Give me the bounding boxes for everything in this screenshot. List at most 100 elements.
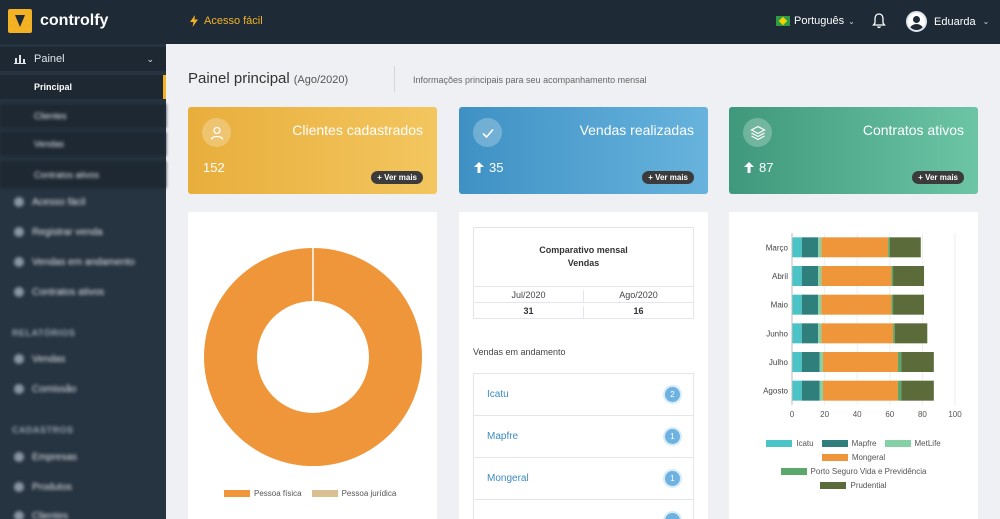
list-item[interactable] — [474, 500, 693, 519]
brand-name: controlfy — [40, 12, 109, 29]
legend-item[interactable]: MetLife — [884, 439, 941, 448]
sidebar-section-relatorios: RELATÓRIOS — [0, 321, 166, 345]
bar-segment[interactable] — [901, 380, 934, 401]
vendas-andamento-title: Vendas em andamento — [473, 347, 566, 357]
bar-segment[interactable] — [819, 380, 823, 401]
bar-segment[interactable] — [792, 237, 802, 258]
language-selector[interactable]: Português ⌄ — [776, 15, 855, 27]
sidebar-item-registrar-venda[interactable]: Registrar venda — [0, 220, 166, 244]
list-item[interactable]: Mongeral 1 — [474, 458, 693, 500]
bar-segment[interactable] — [792, 323, 802, 344]
sales-summary-card: Comparativo mensal Vendas Jul/2020 Ago/2… — [459, 212, 708, 519]
legend-item[interactable]: Porto Seguro Vida e Previdência — [780, 467, 927, 476]
bar-segment[interactable] — [888, 237, 890, 258]
bar-segment[interactable] — [818, 294, 822, 315]
user-icon — [202, 118, 231, 147]
bar-segment[interactable] — [901, 352, 934, 372]
legend-item-pessoa-juridica[interactable]: Pessoa jurídica — [311, 489, 396, 498]
list-item[interactable]: Icatu 2 — [474, 374, 693, 416]
bar-segment[interactable] — [792, 380, 802, 401]
sidebar-item-contratos-ativos[interactable]: Contratos ativos — [0, 161, 166, 188]
insurer-link[interactable]: Mapfre — [487, 431, 518, 442]
count-badge: 1 — [665, 471, 680, 486]
list-item[interactable]: Mapfre 1 — [474, 416, 693, 458]
bar-segment[interactable] — [889, 237, 921, 258]
bar-segment[interactable] — [821, 237, 889, 258]
sidebar-item-label: Painel — [34, 53, 65, 65]
bar-segment[interactable] — [822, 352, 898, 372]
stacked-bar-chart: 0 20 40 60 80 100 Março Abril Maio Junho Julho Agos… — [763, 233, 962, 419]
bar-segment[interactable] — [801, 380, 820, 401]
legend-item[interactable]: Icatu — [766, 439, 814, 448]
sidebar-item-vendas[interactable]: Vendas — [0, 132, 166, 156]
sidebar-item-comissao[interactable]: Comissão — [0, 377, 166, 401]
sidebar-item-relatorio-vendas[interactable]: Vendas — [0, 347, 166, 371]
see-more-button[interactable]: + Ver mais — [642, 171, 694, 184]
insurer-link[interactable]: Mongeral — [487, 473, 529, 484]
bar-segment[interactable] — [891, 294, 894, 315]
bar-segment[interactable] — [891, 266, 894, 286]
see-more-button[interactable]: + Ver mais — [371, 171, 423, 184]
bar-segment[interactable] — [792, 266, 802, 286]
bar-segment[interactable] — [819, 352, 823, 372]
bar-segment[interactable] — [801, 352, 820, 372]
sidebar-item-empresas[interactable]: Empresas — [0, 445, 166, 469]
bar-segment[interactable] — [801, 323, 819, 344]
bar-segment[interactable] — [818, 266, 822, 286]
arrow-up-icon — [744, 162, 754, 173]
quick-access-link[interactable]: Acesso fácil — [190, 15, 263, 27]
bar-segment[interactable] — [893, 323, 895, 344]
bar-segment[interactable] — [893, 294, 925, 315]
bar-segment[interactable] — [821, 323, 894, 344]
legend-item[interactable]: Mapfre — [821, 439, 877, 448]
legend-label: Pessoa física — [254, 489, 302, 498]
bar-segment[interactable] — [894, 323, 928, 344]
sidebar-item-painel[interactable]: Painel ⌄ — [0, 47, 166, 71]
kpi-value: 152 — [203, 160, 225, 175]
sidebar-item-produtos[interactable]: Produtos — [0, 475, 166, 499]
kpi-card-contratos: Contratos ativos 87 + Ver mais — [729, 107, 978, 194]
bar-segment[interactable] — [897, 352, 902, 372]
insurer-link[interactable]: Icatu — [487, 389, 509, 400]
bar-segment[interactable] — [821, 266, 892, 286]
legend-swatch — [821, 440, 848, 447]
sidebar-item-acesso-facil[interactable]: Acesso fácil — [0, 190, 166, 214]
kpi-value-text: 35 — [489, 160, 504, 175]
kpi-value-text: 87 — [759, 160, 774, 175]
see-more-button[interactable]: + Ver mais — [912, 171, 964, 184]
sidebar-item-vendas-andamento[interactable]: Vendas em andamento — [0, 250, 166, 274]
y-tick-label: Junho — [766, 329, 788, 338]
sidebar-item-contratos-ativos-main[interactable]: Contratos ativos — [0, 280, 166, 304]
user-menu[interactable]: Eduarda ⌄ — [906, 11, 989, 32]
bar-segment[interactable] — [893, 266, 925, 286]
avatar — [906, 11, 927, 32]
bar-segment[interactable] — [792, 352, 802, 372]
bar-segment[interactable] — [818, 323, 822, 344]
bar-segment[interactable] — [897, 380, 902, 401]
brand-logo[interactable]: controlfy — [8, 9, 108, 33]
legend-label: Porto Seguro Vida e Previdência — [810, 467, 927, 476]
legend-item-pessoa-fisica[interactable]: Pessoa física — [224, 489, 302, 498]
bar-segment[interactable] — [801, 237, 819, 258]
layers-icon — [743, 118, 772, 147]
bar-segment[interactable] — [822, 380, 898, 401]
bar-segment[interactable] — [801, 294, 819, 315]
sidebar-item-principal[interactable]: Principal — [0, 75, 166, 99]
lightning-icon — [14, 197, 24, 207]
bar-segment[interactable] — [821, 294, 892, 315]
kpi-label: Contratos ativos — [862, 122, 964, 138]
chevron-down-icon: ⌄ — [982, 17, 990, 26]
x-tick-label: 60 — [885, 410, 894, 419]
chevron-down-icon: ⌄ — [848, 16, 855, 26]
legend-swatch — [820, 482, 847, 489]
bar-segment[interactable] — [801, 266, 819, 286]
bar-segment[interactable] — [792, 294, 802, 315]
sidebar-item-clientes-cadastro[interactable]: Clientes — [0, 504, 166, 519]
legend-item[interactable]: Prudential — [820, 481, 887, 490]
legend-item[interactable]: Mongeral — [821, 453, 885, 462]
check-icon — [473, 118, 502, 147]
bell-icon[interactable] — [872, 13, 886, 29]
sidebar-item-clientes[interactable]: Clientes — [0, 104, 166, 128]
bar-segment[interactable] — [818, 237, 822, 258]
legend-label: Prudential — [850, 481, 887, 490]
